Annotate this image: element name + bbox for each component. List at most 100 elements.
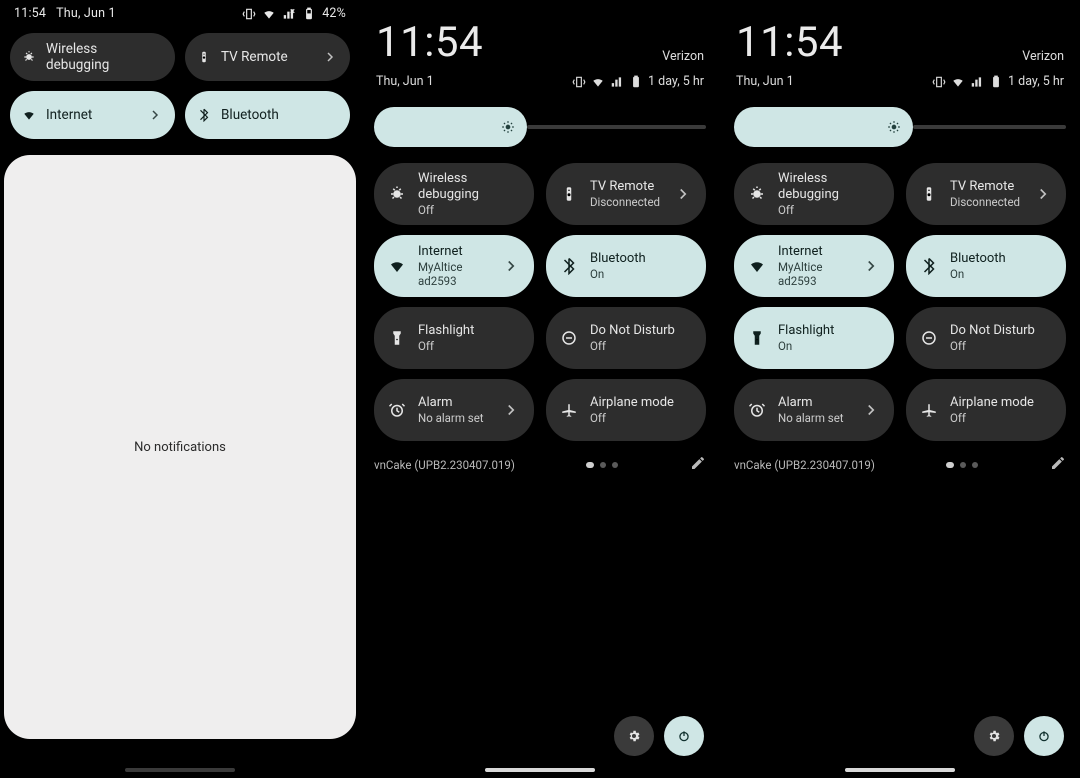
qs-tile-airplane[interactable]: Airplane modeOff: [906, 379, 1066, 441]
internet-icon: [748, 257, 766, 275]
qs-tile-tv-remote[interactable]: TV Remote: [185, 33, 350, 81]
qs-tile-tv-remote[interactable]: TV RemoteDisconnected: [546, 163, 706, 225]
settings-button[interactable]: [614, 716, 654, 756]
page-indicator[interactable]: [586, 462, 618, 468]
edit-tiles-button[interactable]: [690, 455, 706, 474]
dnd-icon: [560, 329, 578, 347]
qs-tile-dnd[interactable]: Do Not DisturbOff: [546, 307, 706, 369]
tile-label: Wireless debugging: [418, 171, 520, 204]
gear-icon: [627, 729, 641, 743]
chevron-right-icon: [1034, 185, 1052, 203]
qs-tile-internet[interactable]: InternetMyAltice ad2593: [734, 235, 894, 297]
battery-text: 1 day, 5 hr: [1008, 74, 1064, 89]
tv-remote-icon: [560, 185, 578, 203]
tile-label: Wireless debugging: [46, 41, 163, 73]
power-button[interactable]: [664, 716, 704, 756]
qs-tile-grid: Wireless debuggingOffTV RemoteDisconnect…: [360, 157, 720, 441]
tile-label: Wireless debugging: [778, 171, 880, 204]
qs-tile-wireless-debugging[interactable]: Wireless debuggingOff: [734, 163, 894, 225]
tv-remote-icon: [197, 50, 211, 64]
signal-icon: [610, 75, 624, 89]
page-dot: [600, 462, 606, 468]
qs-tile-airplane[interactable]: Airplane modeOff: [546, 379, 706, 441]
power-icon: [1037, 729, 1051, 743]
qs-tile-wireless-debugging[interactable]: Wireless debuggingOff: [374, 163, 534, 225]
settings-button[interactable]: [974, 716, 1014, 756]
airplane-icon: [920, 401, 938, 419]
chevron-right-icon: [502, 401, 520, 419]
brightness-slider[interactable]: [374, 107, 706, 147]
tile-sublabel: MyAltice ad2593: [418, 260, 490, 289]
battery-text: 1 day, 5 hr: [648, 74, 704, 89]
tile-label: Alarm: [418, 395, 490, 411]
qs-tile-dnd[interactable]: Do Not DisturbOff: [906, 307, 1066, 369]
qs-tile-alarm[interactable]: AlarmNo alarm set: [734, 379, 894, 441]
tile-sublabel: Off: [590, 339, 692, 353]
tile-sublabel: On: [950, 267, 1052, 281]
vibrate-icon: [572, 75, 586, 89]
nav-gesture-handle[interactable]: [485, 768, 595, 772]
tile-label: Internet: [418, 244, 490, 260]
page-dot: [612, 462, 618, 468]
tile-label: Bluetooth: [950, 251, 1052, 267]
qs-tile-bluetooth[interactable]: BluetoothOn: [546, 235, 706, 297]
brightness-track[interactable]: [527, 125, 706, 129]
build-label: vnCake (UPB2.230407.019): [374, 458, 515, 472]
tile-sublabel: On: [590, 267, 692, 281]
qs-tile-flashlight[interactable]: FlashlightOn: [734, 307, 894, 369]
qs-clock: 11:54: [736, 22, 843, 64]
flashlight-icon: [748, 329, 766, 347]
pencil-icon: [690, 455, 706, 471]
qs-tile-alarm[interactable]: AlarmNo alarm set: [374, 379, 534, 441]
qs-tile-bluetooth[interactable]: Bluetooth: [185, 91, 350, 139]
page-indicator[interactable]: [946, 462, 978, 468]
internet-icon: [22, 108, 36, 122]
brightness-thumb[interactable]: [734, 107, 913, 147]
qs-footer: vnCake (UPB2.230407.019): [734, 455, 1066, 474]
tile-sublabel: Disconnected: [950, 195, 1022, 209]
tile-sublabel: Off: [778, 203, 880, 217]
tile-label: Airplane mode: [950, 395, 1052, 411]
tile-label: Do Not Disturb: [950, 323, 1052, 339]
brightness-slider[interactable]: [734, 107, 1066, 147]
tile-label: Bluetooth: [590, 251, 692, 267]
wireless-debugging-icon: [748, 185, 766, 203]
qs-tile-internet[interactable]: Internet: [10, 91, 175, 139]
tile-label: Bluetooth: [221, 107, 338, 123]
tile-label: Do Not Disturb: [590, 323, 692, 339]
qs-tile-bluetooth[interactable]: BluetoothOn: [906, 235, 1066, 297]
alarm-icon: [388, 401, 406, 419]
nav-gesture-handle[interactable]: [845, 768, 955, 772]
qs-tile-tv-remote[interactable]: TV RemoteDisconnected: [906, 163, 1066, 225]
notification-shade[interactable]: No notifications: [4, 155, 356, 739]
wireless-debugging-icon: [22, 50, 36, 64]
qs-tile-wireless-debugging[interactable]: Wireless debugging: [10, 33, 175, 81]
tile-label: Flashlight: [778, 323, 880, 339]
qs-tile-grid: Wireless debugging TV RemoteInternet Bluet…: [0, 21, 360, 145]
tile-label: Internet: [778, 244, 850, 260]
page-dot: [960, 462, 966, 468]
gear-icon: [987, 729, 1001, 743]
tile-label: TV Remote: [590, 179, 662, 195]
phone-panel-1: 11:54 Thu, Jun 1 42% Wireless debuggingT…: [0, 0, 360, 778]
nav-gesture-handle[interactable]: [125, 768, 235, 772]
brightness-icon: [887, 120, 901, 134]
pencil-icon: [1050, 455, 1066, 471]
tile-sublabel: Off: [950, 411, 1052, 425]
tile-sublabel: Off: [950, 339, 1052, 353]
vibrate-icon: [242, 7, 256, 21]
status-clock: 11:54: [14, 6, 46, 21]
qs-tile-flashlight[interactable]: FlashlightOff: [374, 307, 534, 369]
brightness-track[interactable]: [913, 125, 1066, 129]
qs-tile-internet[interactable]: InternetMyAltice ad2593: [374, 235, 534, 297]
power-button[interactable]: [1024, 716, 1064, 756]
tile-label: Airplane mode: [590, 395, 692, 411]
tile-sublabel: Off: [590, 411, 692, 425]
bluetooth-icon: [560, 257, 578, 275]
status-date: Thu, Jun 1: [56, 6, 116, 21]
battery-icon: [302, 7, 316, 21]
bluetooth-icon: [197, 108, 211, 122]
brightness-thumb[interactable]: [374, 107, 527, 147]
tile-sublabel: Disconnected: [590, 195, 662, 209]
edit-tiles-button[interactable]: [1050, 455, 1066, 474]
